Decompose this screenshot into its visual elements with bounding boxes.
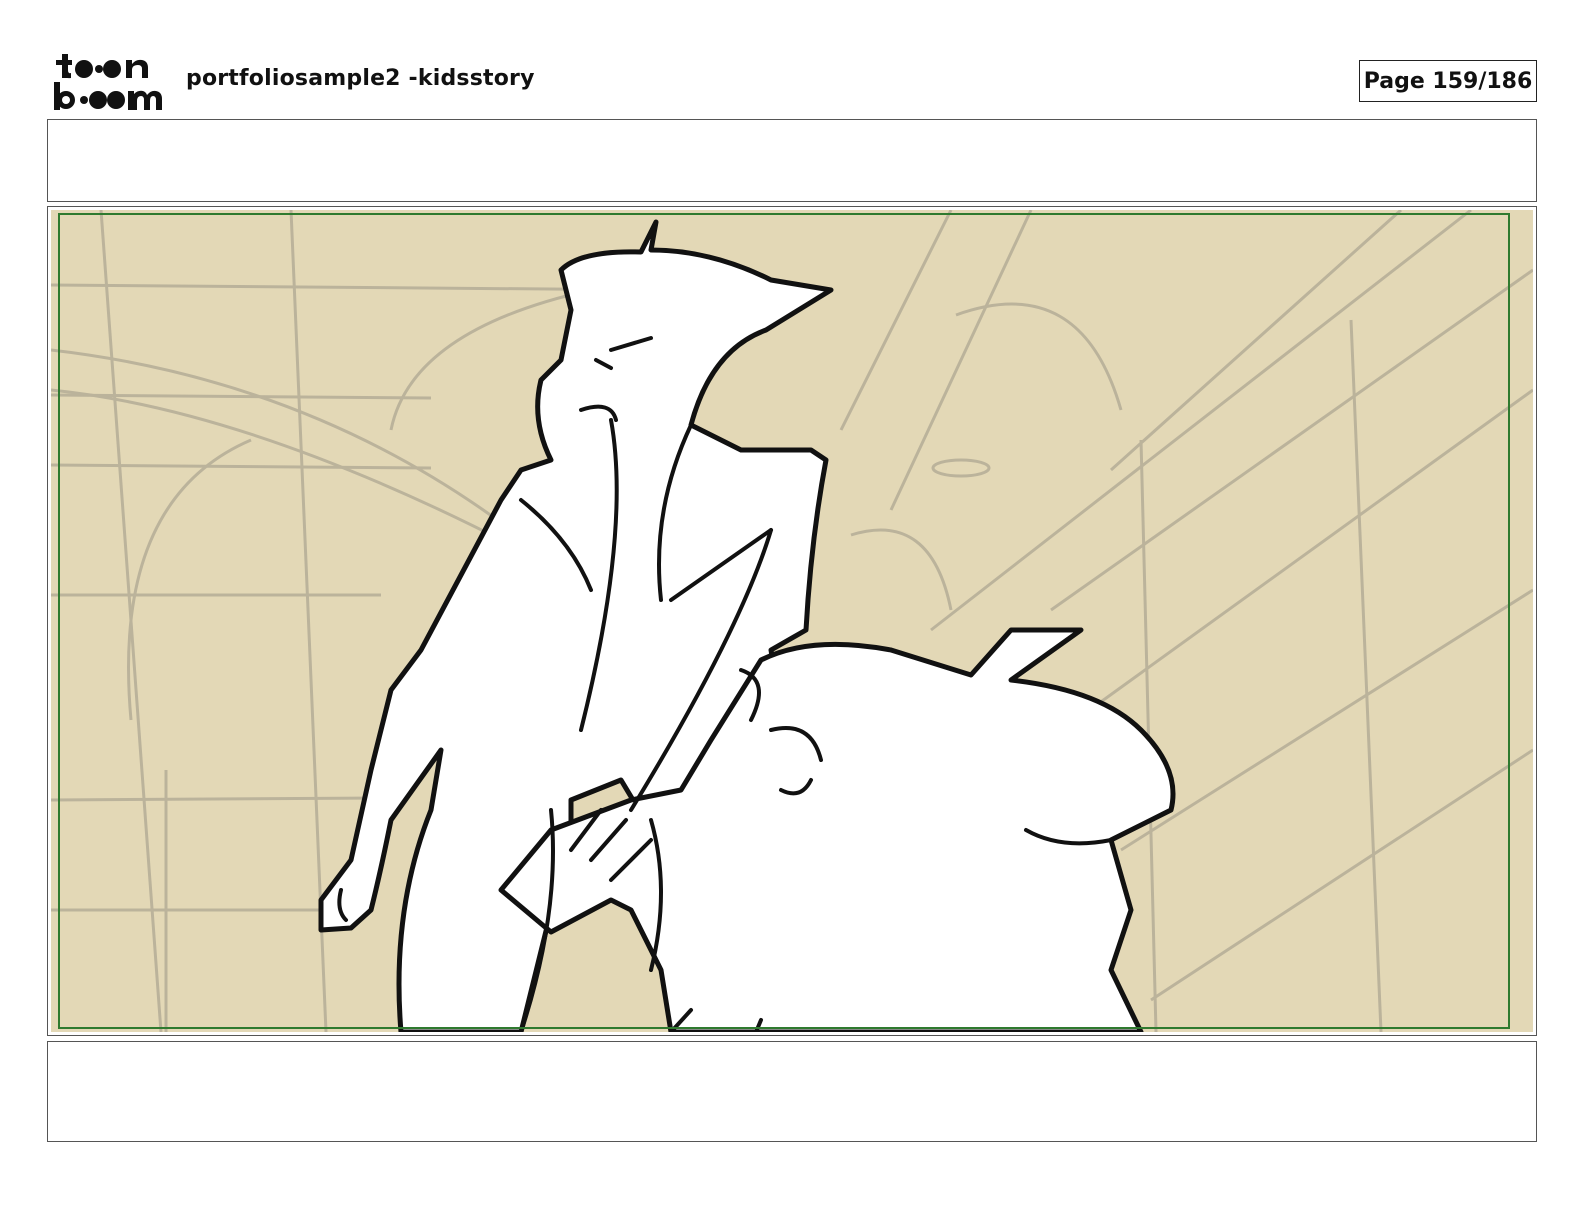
page-indicator: Page 159/186 [1359,60,1537,102]
storyboard-sketch-image[interactable] [50,208,1534,1035]
dialogue-notes-box[interactable] [47,119,1537,202]
project-title: portfoliosample2 -kidsstory [186,66,535,91]
action-notes-box[interactable] [47,1041,1537,1142]
toonboom-logo-icon [52,52,164,112]
